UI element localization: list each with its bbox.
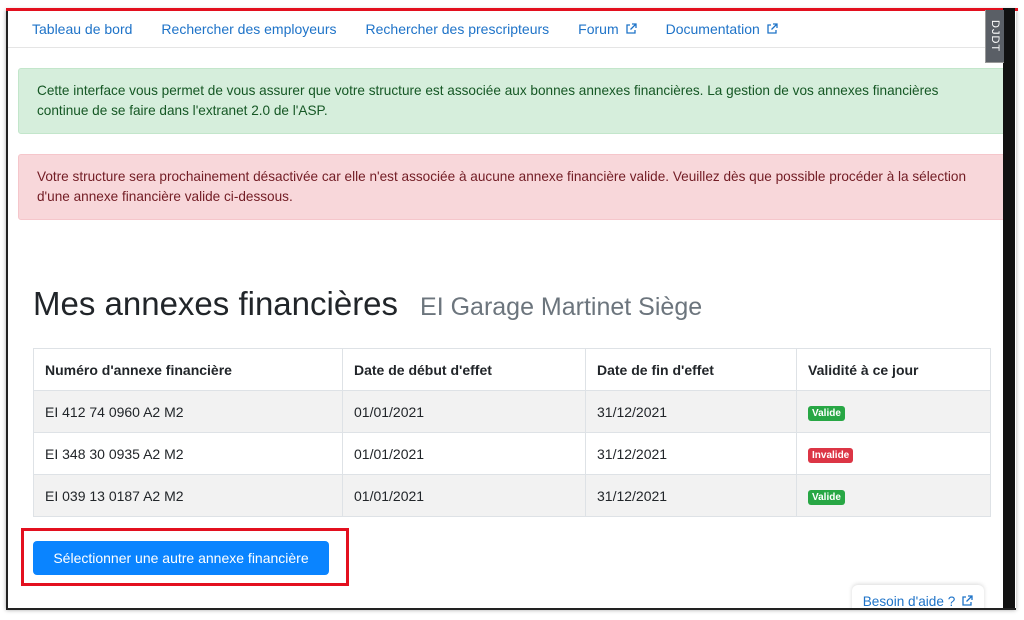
nav-label: Rechercher des prescripteurs xyxy=(365,20,550,37)
help-label: Besoin d'aide ? xyxy=(862,593,956,609)
table-row: EI 039 13 0187 A2 M2 01/01/2021 31/12/20… xyxy=(33,474,991,517)
cell-validite: Invalide xyxy=(796,432,991,475)
nav-tableau-de-bord[interactable]: Tableau de bord xyxy=(32,21,132,37)
status-badge: Invalide xyxy=(808,447,854,463)
header-numero: Numéro d'annexe financière xyxy=(33,348,343,391)
select-other-annexe-button[interactable]: Sélectionner une autre annexe financière xyxy=(33,541,329,575)
info-alert: Cette interface vous permet de vous assu… xyxy=(18,68,1006,134)
top-red-border xyxy=(6,8,1018,11)
cell-fin: 31/12/2021 xyxy=(585,474,797,517)
table-row: EI 412 74 0960 A2 M2 01/01/2021 31/12/20… xyxy=(33,390,991,433)
cell-debut: 01/01/2021 xyxy=(342,432,586,475)
nav-label: Documentation xyxy=(665,20,760,37)
status-badge: Valide xyxy=(808,405,845,421)
cell-debut: 01/01/2021 xyxy=(342,390,586,433)
external-link-icon xyxy=(625,22,637,34)
cell-fin: 31/12/2021 xyxy=(585,390,797,433)
browser-viewport: Tableau de bord Rechercher des employeur… xyxy=(6,10,1016,610)
debug-toolbar-tab[interactable]: DJDT xyxy=(985,10,1004,63)
cell-validite: Valide xyxy=(796,474,991,517)
nav-documentation[interactable]: Documentation xyxy=(666,21,778,37)
page-title: Mes annexes financières xyxy=(33,285,399,322)
table-header-row: Numéro d'annexe financière Date de début… xyxy=(33,348,991,391)
organization-name: EI Garage Martinet Siège xyxy=(420,293,703,321)
header-validite: Validité à ce jour xyxy=(796,348,991,391)
header-date-debut: Date de début d'effet xyxy=(342,348,586,391)
window-edge xyxy=(1003,8,1015,608)
cell-numero: EI 348 30 0935 A2 M2 xyxy=(33,432,343,475)
nav-rechercher-employeurs[interactable]: Rechercher des employeurs xyxy=(161,21,336,37)
nav-rechercher-prescripteurs[interactable]: Rechercher des prescripteurs xyxy=(366,21,550,37)
annexes-table: Numéro d'annexe financière Date de début… xyxy=(33,348,991,517)
cell-debut: 01/01/2021 xyxy=(342,474,586,517)
nav-forum[interactable]: Forum xyxy=(578,20,637,37)
cell-fin: 31/12/2021 xyxy=(585,432,797,475)
external-link-icon xyxy=(767,22,778,34)
top-navigation: Tableau de bord Rechercher des employeur… xyxy=(8,10,998,48)
cell-numero: EI 412 74 0960 A2 M2 xyxy=(33,390,343,433)
table-row: EI 348 30 0935 A2 M2 01/01/2021 31/12/20… xyxy=(33,432,991,475)
page-heading: Mes annexes financières EI Garage Martin… xyxy=(33,285,702,323)
status-badge: Valide xyxy=(808,489,845,505)
cell-numero: EI 039 13 0187 A2 M2 xyxy=(33,474,343,517)
danger-alert: Votre structure sera prochainement désac… xyxy=(18,154,1006,220)
external-link-icon xyxy=(962,595,973,606)
nav-label: Tableau de bord xyxy=(32,20,133,37)
nav-label: Rechercher des employeurs xyxy=(161,20,337,37)
cell-validite: Valide xyxy=(796,390,991,433)
help-button[interactable]: Besoin d'aide ? xyxy=(852,585,984,609)
header-date-fin: Date de fin d'effet xyxy=(585,348,797,391)
nav-label: Forum xyxy=(578,20,619,37)
